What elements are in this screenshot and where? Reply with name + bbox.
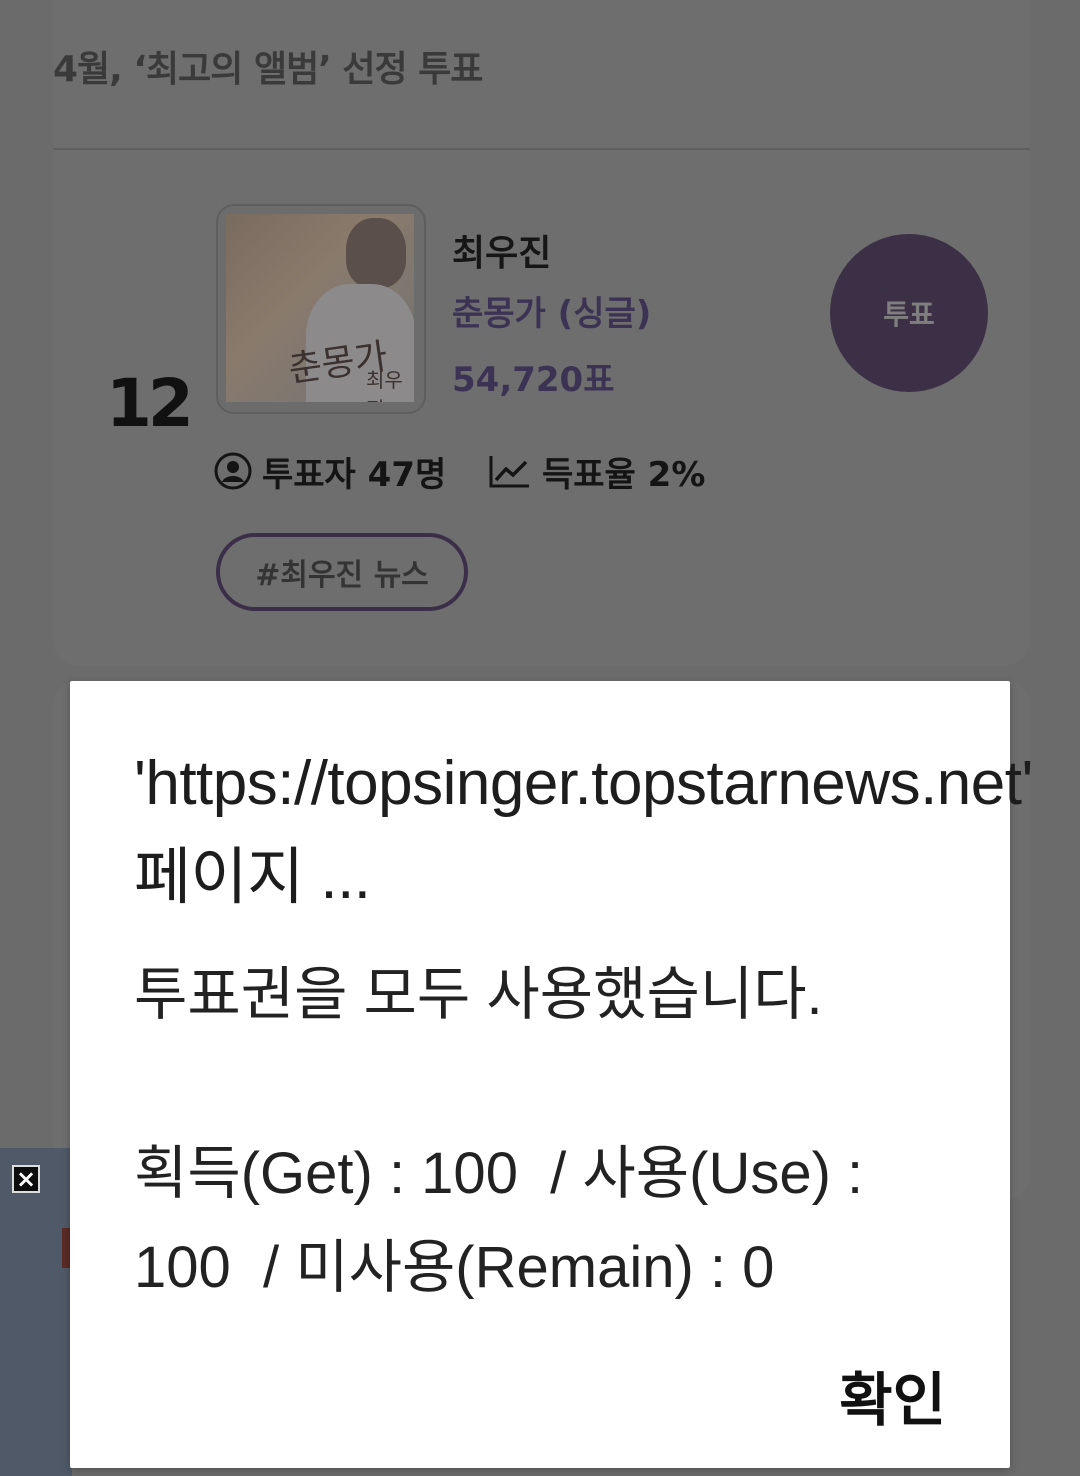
alert-dialog: 'https://topsinger.topstarnews.net' 페이지 …	[70, 681, 1033, 1468]
vote-rate-label: 득표율 2%	[542, 454, 706, 495]
user-circle-icon	[214, 452, 252, 490]
artist-name: 최우진	[452, 233, 552, 274]
rank-number: 12	[106, 365, 194, 442]
side-ad-banner[interactable]	[0, 1148, 72, 1476]
album-title[interactable]: 춘몽가 (싱글)	[452, 286, 651, 335]
voters-label: 투표자 47명	[262, 454, 447, 495]
confirm-button[interactable]: 확인	[839, 1353, 946, 1437]
dialog-title: 'https://topsinger.topstarnews.net' 페이지 …	[134, 749, 1033, 912]
dialog-message: 투표권을 모두 사용했습니다.	[134, 962, 823, 1027]
dialog-vote-stats: 획득(Get) : 100 / 사용(Use) : 100 / 미사용(Rema…	[134, 1141, 880, 1300]
section-title: 4월, ‘최고의 앨범’ 선정 투표	[53, 49, 483, 90]
trend-up-icon	[489, 456, 529, 488]
album-art-person-head	[346, 218, 406, 288]
album-art[interactable]: 춘몽가 최우진	[226, 214, 414, 402]
vote-count: 54,720표	[452, 360, 615, 400]
vote-rate-stat: 득표율 2%	[488, 448, 706, 495]
album-art-artist: 최우진	[366, 368, 403, 402]
artist-news-tag[interactable]: #최우진 뉴스	[216, 533, 468, 611]
voters-stat: 투표자 47명	[214, 448, 447, 495]
close-icon[interactable]: ×	[12, 1165, 40, 1193]
vote-button[interactable]: 투표	[830, 234, 988, 392]
